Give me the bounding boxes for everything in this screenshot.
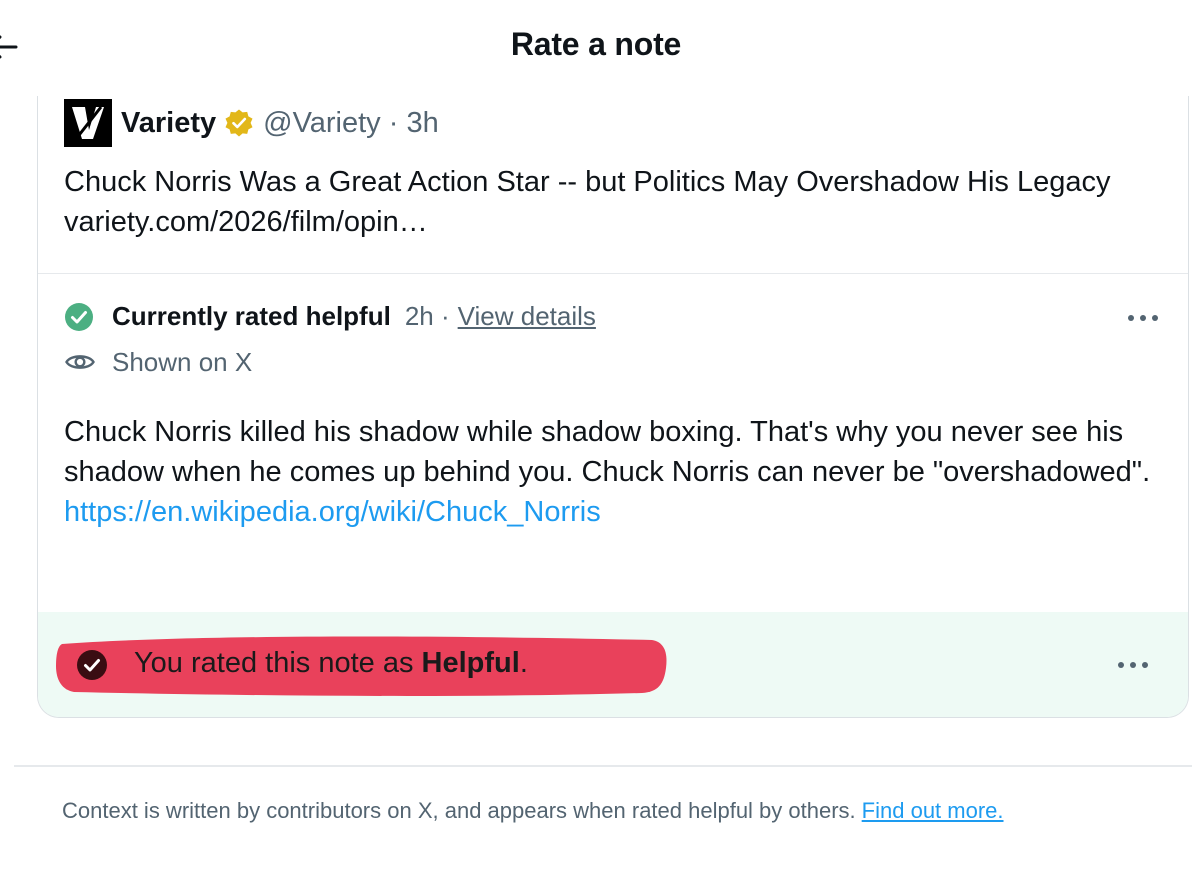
header: Rate a note [0, 0, 1192, 92]
post-header: Variety @Variety · 3h [64, 98, 439, 148]
page-title: Rate a note [510, 26, 682, 62]
footer-description: Context is written by contributors on X,… [62, 798, 856, 823]
post-handle-time: @Variety · 3h [263, 106, 439, 139]
eye-icon [65, 355, 95, 369]
your-rating-bar: You rated this note as Helpful. [38, 612, 1188, 717]
post-text: Chuck Norris Was a Great Action Star -- … [64, 166, 1111, 238]
note-body: Chuck Norris killed his shadow while sha… [64, 412, 1154, 532]
view-details-link[interactable]: View details [458, 301, 596, 332]
post-author[interactable]: Variety [121, 107, 216, 140]
verified-badge-icon [225, 109, 253, 137]
variety-logo[interactable] [64, 99, 112, 147]
rating-suffix: . [519, 647, 528, 679]
footer-text: Context is written by contributors on X,… [62, 798, 1004, 824]
shown-on-label: Shown on X [112, 346, 253, 377]
check-circle-icon [65, 302, 93, 331]
divider [14, 765, 1192, 767]
more-icon[interactable] [1126, 313, 1160, 323]
note-status: Currently rated helpful [112, 301, 391, 331]
note-body-text: Chuck Norris killed his shadow while sha… [64, 416, 1151, 488]
note-card: Variety @Variety · 3h Chuck Norris Was a… [37, 96, 1189, 718]
rating-value: Helpful [421, 647, 520, 679]
variety-v-icon [72, 106, 104, 140]
find-out-more-link[interactable]: Find out more. [862, 798, 1004, 823]
note-source-link[interactable]: https://en.wikipedia.org/wiki/Chuck_Norr… [64, 492, 601, 532]
note-status-row: Currently rated helpful 2h · View detail… [64, 301, 596, 332]
shown-on-row: Shown on X [64, 346, 252, 378]
community-note: Currently rated helpful 2h · View detail… [38, 274, 1188, 612]
rating-prefix: You rated this note as [134, 647, 422, 679]
quoted-post[interactable]: Variety @Variety · 3h Chuck Norris Was a… [38, 96, 1188, 274]
check-circle-dark-icon [77, 650, 107, 680]
rating-more-icon[interactable] [1116, 660, 1150, 670]
rating-message: You rated this note as Helpful. [134, 647, 528, 680]
note-time: 2h · [404, 301, 450, 331]
